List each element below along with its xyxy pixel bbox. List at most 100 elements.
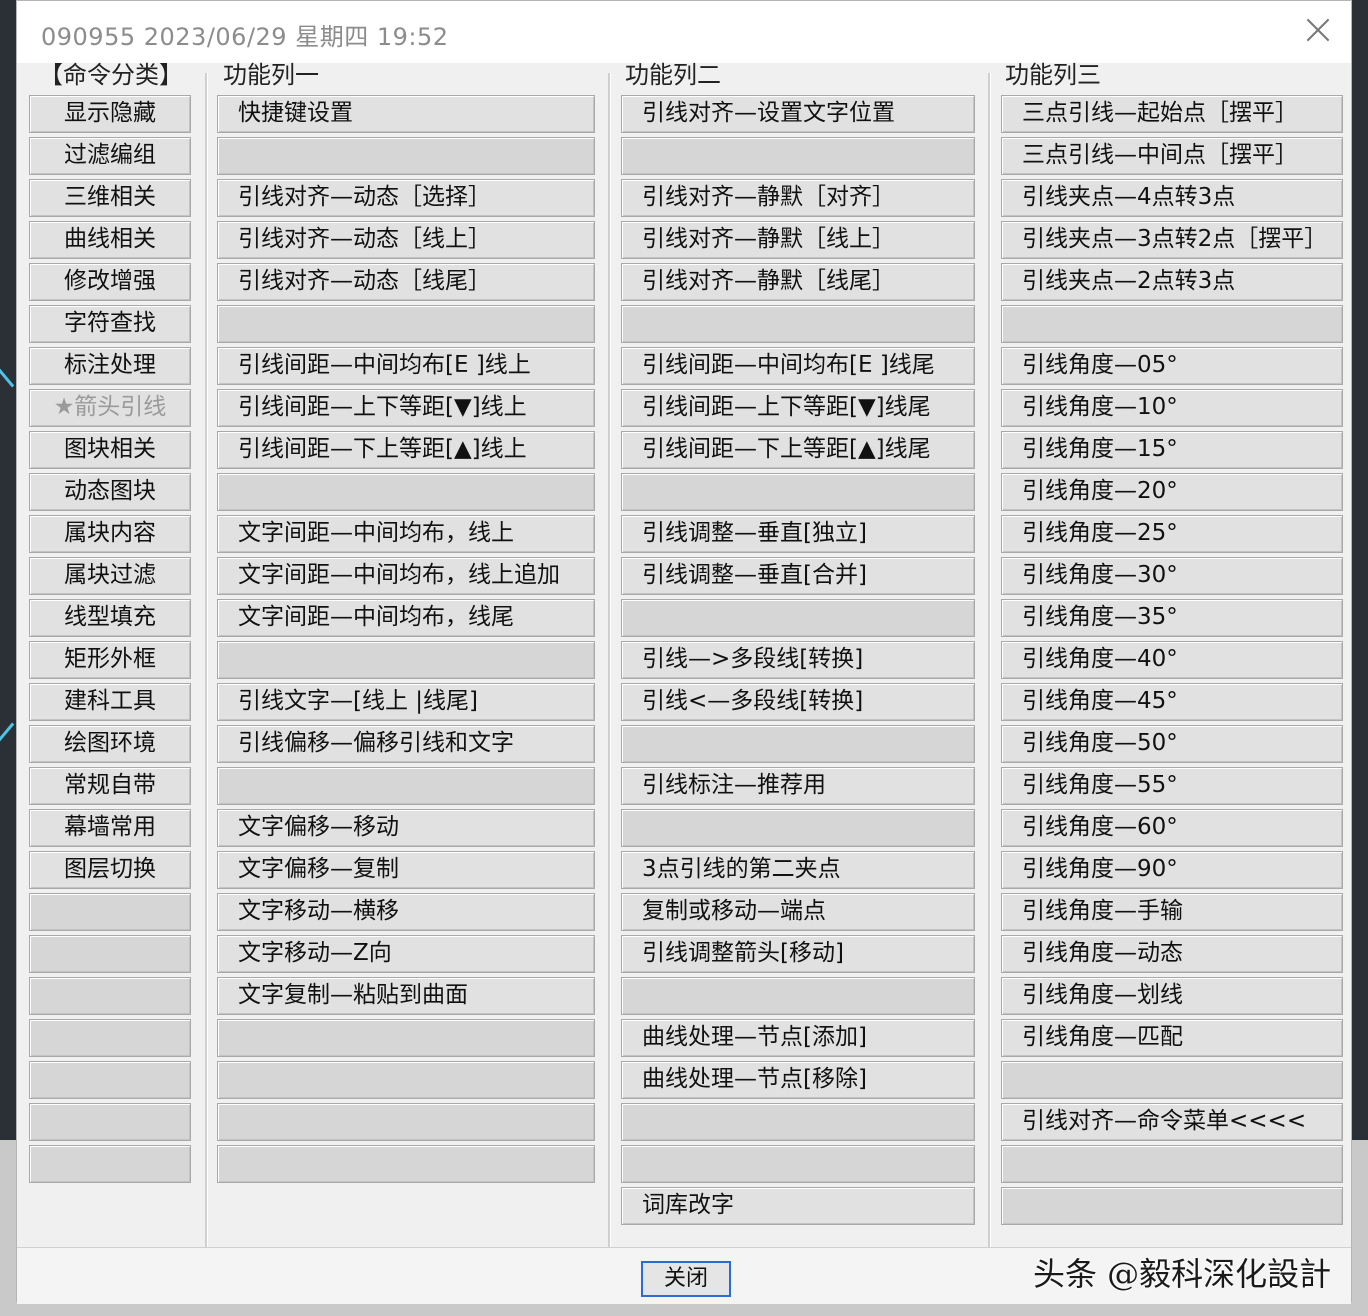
category-button[interactable]: 建科工具: [29, 683, 191, 721]
category-button[interactable]: 动态图块: [29, 473, 191, 511]
function-button[interactable]: 文字移动—Z向: [217, 935, 595, 973]
function-button[interactable]: 三点引线—起始点［摆平］: [1001, 95, 1343, 133]
function-button[interactable]: 引线角度—90°: [1001, 851, 1343, 889]
function-empty-button: [217, 137, 595, 175]
function-button[interactable]: 引线对齐—动态［线上］: [217, 221, 595, 259]
category-button[interactable]: 幕墙常用: [29, 809, 191, 847]
category-button[interactable]: 过滤编组: [29, 137, 191, 175]
function-button[interactable]: 三点引线—中间点［摆平］: [1001, 137, 1343, 175]
function-button[interactable]: 引线角度—40°: [1001, 641, 1343, 679]
category-button[interactable]: 属块过滤: [29, 557, 191, 595]
function-button[interactable]: 引线角度—匹配: [1001, 1019, 1343, 1057]
function-button[interactable]: 引线角度—05°: [1001, 347, 1343, 385]
function-button[interactable]: 引线对齐—动态［选择］: [217, 179, 595, 217]
function-button[interactable]: 引线对齐—设置文字位置: [621, 95, 975, 133]
function-button[interactable]: 引线偏移—偏移引线和文字: [217, 725, 595, 763]
category-button[interactable]: 图层切换: [29, 851, 191, 889]
category-button[interactable]: 矩形外框: [29, 641, 191, 679]
function-button[interactable]: 引线角度—45°: [1001, 683, 1343, 721]
function-empty-button: [1001, 1145, 1343, 1183]
function-empty-button: [621, 809, 975, 847]
function-button[interactable]: 引线—>多段线[转换]: [621, 641, 975, 679]
function-button[interactable]: 引线夹点—4点转3点: [1001, 179, 1343, 217]
function-button[interactable]: 引线调整箭头[移动]: [621, 935, 975, 973]
function-button[interactable]: 引线对齐—动态［线尾］: [217, 263, 595, 301]
function-empty-button: [621, 305, 975, 343]
function-button[interactable]: 曲线处理—节点[添加]: [621, 1019, 975, 1057]
function-button[interactable]: 文字间距—中间均布，线上: [217, 515, 595, 553]
function-button[interactable]: 引线角度—55°: [1001, 767, 1343, 805]
function-empty-button: [217, 767, 595, 805]
category-button[interactable]: ★箭头引线: [29, 389, 191, 427]
function-button[interactable]: 引线夹点—3点转2点［摆平］: [1001, 221, 1343, 259]
function-button[interactable]: 引线文字—[线上 |线尾]: [217, 683, 595, 721]
category-empty-button: [29, 977, 191, 1015]
function-empty-button: [217, 641, 595, 679]
category-button[interactable]: 显示隐藏: [29, 95, 191, 133]
function-button[interactable]: 引线角度—10°: [1001, 389, 1343, 427]
function-empty-button: [621, 1103, 975, 1141]
function-button[interactable]: 文字复制—粘贴到曲面: [217, 977, 595, 1015]
category-button[interactable]: 属块内容: [29, 515, 191, 553]
function-button[interactable]: 引线角度—20°: [1001, 473, 1343, 511]
function-empty-button: [621, 977, 975, 1015]
function-button[interactable]: 复制或移动—端点: [621, 893, 975, 931]
function-button[interactable]: 引线角度—25°: [1001, 515, 1343, 553]
function-button[interactable]: 引线角度—60°: [1001, 809, 1343, 847]
function-empty-button: [217, 1019, 595, 1057]
function-button[interactable]: 引线<—多段线[转换]: [621, 683, 975, 721]
function-button[interactable]: 文字间距—中间均布，线上追加: [217, 557, 595, 595]
function-button[interactable]: 引线标注—推荐用: [621, 767, 975, 805]
function-empty-button: [217, 473, 595, 511]
category-empty-button: [29, 1019, 191, 1057]
cad-line-decoration: [0, 362, 15, 388]
category-button[interactable]: 图块相关: [29, 431, 191, 469]
category-button[interactable]: 字符查找: [29, 305, 191, 343]
function-empty-button: [621, 1145, 975, 1183]
function-button[interactable]: 引线角度—手输: [1001, 893, 1343, 931]
command-dialog: 090955 2023/06/29 星期四 19:52 【命令分类】 功能列一 …: [16, 0, 1352, 1304]
function-button[interactable]: 文字偏移—复制: [217, 851, 595, 889]
category-empty-button: [29, 935, 191, 973]
column-divider: [988, 73, 991, 1247]
function-button[interactable]: 引线角度—30°: [1001, 557, 1343, 595]
function-button[interactable]: 引线角度—划线: [1001, 977, 1343, 1015]
function-button[interactable]: 快捷键设置: [217, 95, 595, 133]
function-button[interactable]: 引线调整—垂直[合并]: [621, 557, 975, 595]
category-button[interactable]: 线型填充: [29, 599, 191, 637]
category-button[interactable]: 常规自带: [29, 767, 191, 805]
category-empty-button: [29, 1061, 191, 1099]
function-button[interactable]: 词库改字: [621, 1187, 975, 1225]
function-button[interactable]: 引线调整—垂直[独立]: [621, 515, 975, 553]
function-button[interactable]: 引线间距—中间均布[Ε ]线尾: [621, 347, 975, 385]
function-button[interactable]: 引线角度—15°: [1001, 431, 1343, 469]
function-button[interactable]: 引线间距—中间均布[Ε ]线上: [217, 347, 595, 385]
function-button[interactable]: 引线间距—上下等距[▼]线尾: [621, 389, 975, 427]
function-button[interactable]: 引线间距—上下等距[▼]线上: [217, 389, 595, 427]
category-button[interactable]: 标注处理: [29, 347, 191, 385]
category-button[interactable]: 曲线相关: [29, 221, 191, 259]
function-button[interactable]: 引线夹点—2点转3点: [1001, 263, 1343, 301]
watermark: 头条 @毅科深化設計: [1033, 1255, 1332, 1293]
function-button[interactable]: 引线对齐—静默［线尾］: [621, 263, 975, 301]
function-empty-button: [217, 305, 595, 343]
function-button[interactable]: 文字移动—横移: [217, 893, 595, 931]
function-button[interactable]: 文字偏移—移动: [217, 809, 595, 847]
function-button[interactable]: 引线角度—50°: [1001, 725, 1343, 763]
function-button[interactable]: 引线角度—35°: [1001, 599, 1343, 637]
function-button[interactable]: 引线对齐—命令菜单<<<<: [1001, 1103, 1343, 1141]
function-button[interactable]: 引线对齐—静默［线上］: [621, 221, 975, 259]
function-button[interactable]: 引线角度—动态: [1001, 935, 1343, 973]
function-button[interactable]: 曲线处理—节点[移除]: [621, 1061, 975, 1099]
category-header: 【命令分类】: [39, 61, 183, 89]
function-button[interactable]: 引线间距—下上等距[▲]线尾: [621, 431, 975, 469]
function-button[interactable]: 文字间距—中间均布，线尾: [217, 599, 595, 637]
category-button[interactable]: 三维相关: [29, 179, 191, 217]
close-button[interactable]: 关闭: [641, 1261, 731, 1297]
function-button[interactable]: 引线对齐—静默［对齐］: [621, 179, 975, 217]
category-button[interactable]: 修改增强: [29, 263, 191, 301]
category-button[interactable]: 绘图环境: [29, 725, 191, 763]
function-button[interactable]: 3点引线的第二夹点: [621, 851, 975, 889]
close-icon[interactable]: [1303, 15, 1333, 45]
function-button[interactable]: 引线间距—下上等距[▲]线上: [217, 431, 595, 469]
